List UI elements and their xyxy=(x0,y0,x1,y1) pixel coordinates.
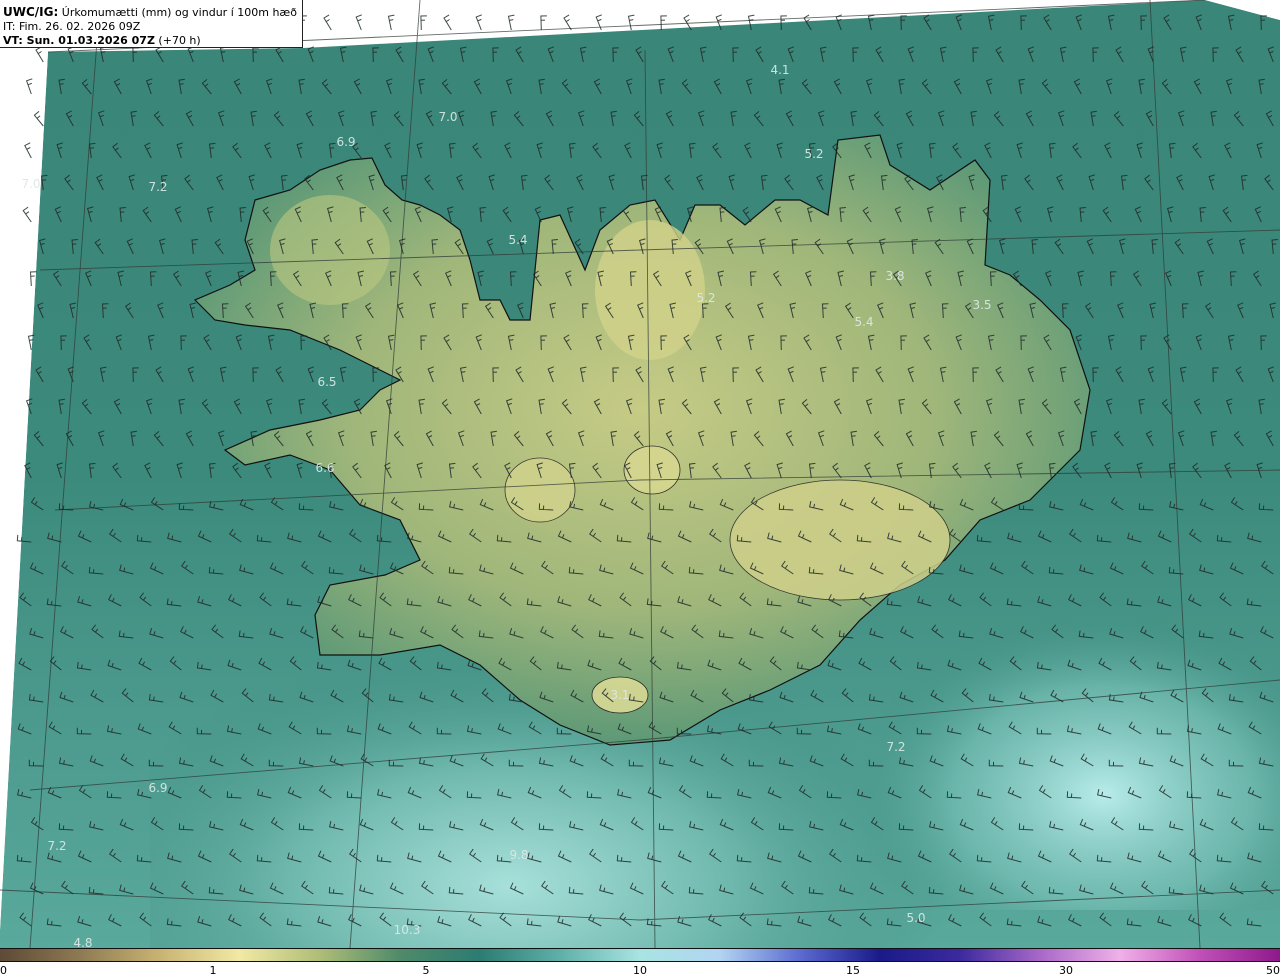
initial-time: IT: Fim. 26. 02. 2026 09Z xyxy=(3,20,141,33)
colorbar-tick-label: 50 xyxy=(1266,964,1280,977)
glacier-hofsjokull xyxy=(623,445,681,495)
colorbar xyxy=(0,948,1280,962)
map-value-label: 4.1 xyxy=(770,63,790,77)
map-panel[interactable]: 4.1 7.0 6.9 5.2 7.0 7.2 5.4 3.8 5.2 3.5 5.4 6.5 6.6 3… xyxy=(0,0,1280,948)
wind-barb xyxy=(563,14,572,31)
map-value-label: 3.8 xyxy=(885,269,905,283)
wind-barb xyxy=(355,14,362,31)
map-value-label: 10.3 xyxy=(393,923,421,937)
map-value-label: 5.0 xyxy=(906,911,926,925)
map-value-label: 7.2 xyxy=(148,180,168,194)
map-value-label: 5.2 xyxy=(804,147,824,161)
wind-barb xyxy=(443,14,452,31)
colorbar-tick-label: 15 xyxy=(846,964,860,977)
map-value-label: 6.6 xyxy=(315,461,335,475)
map-value-label: 7.0 xyxy=(438,110,458,124)
valid-time: VT: Sun. 01.03.2026 07Z xyxy=(3,34,155,47)
wind-barb xyxy=(323,14,332,31)
title-text: Úrkomumætti (mm) og vindur í 100m hæð xyxy=(58,6,297,19)
title-line: UWC/IG: Úrkomumætti (mm) og vindur í 100… xyxy=(3,5,302,20)
map-value-label: 3.1 xyxy=(610,688,630,702)
colorbar-tick-label: 1 xyxy=(209,964,217,977)
map-value-label: 3.5 xyxy=(972,298,992,312)
glacier-vatnajokull xyxy=(729,479,951,601)
wind-barb xyxy=(387,14,395,31)
highland-north xyxy=(595,220,705,360)
valid-time-line: VT: Sun. 01.03.2026 07Z (+70 h) xyxy=(3,34,302,48)
wind-barb xyxy=(660,15,667,31)
map-value-label: 7.2 xyxy=(47,839,67,853)
colorbar-gradient xyxy=(0,949,1280,961)
wind-barb xyxy=(507,14,515,31)
forecast-map[interactable] xyxy=(0,0,1280,948)
wind-barb xyxy=(540,15,547,31)
map-value-label: 6.9 xyxy=(148,781,168,795)
map-value-label: 6.9 xyxy=(336,135,356,149)
wind-barb xyxy=(475,14,482,31)
colorbar-tick-label: 30 xyxy=(1059,964,1073,977)
map-value-label: 6.5 xyxy=(317,375,337,389)
colorbar-tick-label: 10 xyxy=(633,964,647,977)
map-value-label: 5.4 xyxy=(508,233,528,247)
valid-offset: (+70 h) xyxy=(154,34,201,47)
map-value-label: 4.8 xyxy=(73,936,93,948)
map-value-label: 5.4 xyxy=(854,315,874,329)
map-title-box: UWC/IG: Úrkomumætti (mm) og vindur í 100… xyxy=(0,0,303,48)
highland-westfjords xyxy=(270,195,390,305)
glacier-langjokull xyxy=(504,457,576,523)
title-prefix: UWC/IG: xyxy=(3,5,59,19)
colorbar-tick-label: 5 xyxy=(422,964,430,977)
colorbar-tick-label: 0 xyxy=(0,964,7,977)
map-value-label: 9.8 xyxy=(509,848,529,862)
wind-barb xyxy=(420,15,427,31)
map-value-label: 7.0 xyxy=(21,177,41,191)
wind-barb xyxy=(627,14,635,31)
map-value-label: 5.2 xyxy=(696,291,716,305)
map-value-label: 7.2 xyxy=(886,740,906,754)
